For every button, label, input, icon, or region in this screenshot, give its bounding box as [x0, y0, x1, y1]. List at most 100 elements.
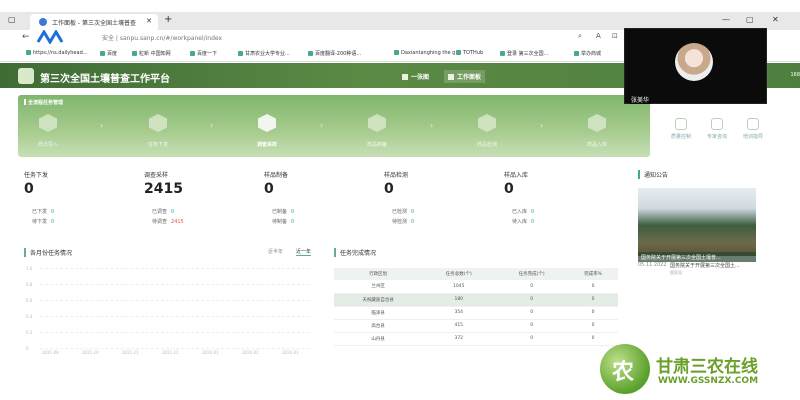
- panel-icon: [448, 74, 454, 80]
- news-image[interactable]: 国务院关于开展第三次全国土壤普...: [638, 188, 756, 262]
- maximize-icon[interactable]: ▢: [746, 15, 754, 24]
- close-window-icon[interactable]: ✕: [772, 15, 779, 24]
- stat-storage: 样品入库 0: [504, 172, 529, 197]
- table-header-row: 行政区划 任务总数(个) 任务完成(个) 完成率%: [334, 268, 618, 280]
- quality-control-button[interactable]: 质量控制: [666, 118, 696, 140]
- tab-favicon: [39, 18, 47, 26]
- y-tick: 1.0: [26, 266, 33, 271]
- participant-name: 张美华: [629, 95, 652, 104]
- zoom-icon[interactable]: A: [596, 32, 601, 40]
- column-header: 任务总数(个): [422, 268, 496, 280]
- video-overlay[interactable]: 张美华: [624, 28, 767, 104]
- news-source: 国家局: [670, 270, 682, 275]
- table-row[interactable]: 临泽县 354 0 0: [334, 306, 618, 320]
- browser-tab[interactable]: 工作面板 - 第三次全国土壤普查 ✕: [30, 14, 158, 30]
- reader-icon[interactable]: ⊡: [612, 32, 618, 40]
- table-row[interactable]: 兰州区 1045 0 0: [334, 280, 618, 294]
- news-title: 通知公告: [638, 170, 768, 179]
- nav-map[interactable]: 一张图: [402, 72, 429, 81]
- gridline: [40, 268, 310, 269]
- monthly-title: 各月份任务情况: [24, 248, 72, 257]
- stat-sub: 待制备 0: [272, 219, 295, 225]
- x-tick: 2022-01: [202, 350, 219, 355]
- bookmark-item[interactable]: 甘肃农业大学专业...: [238, 50, 290, 57]
- bookmark-item[interactable]: 百度一下: [190, 50, 217, 57]
- bookmark-item[interactable]: Daxiantanghing the g...: [394, 50, 460, 56]
- shield-icon: [675, 118, 687, 130]
- header-right-text: 168: [790, 72, 800, 78]
- expert-button[interactable]: 专家咨询: [702, 118, 732, 140]
- stat-sampling: 调查采样 2415: [144, 172, 183, 197]
- column-header: 完成率%: [568, 268, 618, 280]
- gridline: [40, 316, 310, 317]
- expert-icon: [711, 118, 723, 130]
- gridline: [40, 348, 310, 349]
- stat-sub: 已制备 0: [272, 209, 295, 215]
- address-text[interactable]: 安全 | sanpu.sanp.cn/#/workpanel/index: [102, 33, 222, 42]
- stat-sub: 已调查 0: [152, 209, 175, 215]
- stat-test: 样品检测 0: [384, 172, 409, 197]
- y-tick: 0: [26, 346, 29, 351]
- news-panel: 通知公告 国务院关于开展第三次全国土壤普... 05.11 2022 国务院关于…: [638, 170, 768, 275]
- search-icon[interactable]: ⌕: [578, 32, 582, 41]
- news-caption: 国务院关于开展第三次全国土壤普...: [638, 252, 756, 262]
- table-row[interactable]: 高台县 415 0 0: [334, 319, 618, 333]
- watermark-brand: 甘肃三农在线: [656, 357, 758, 377]
- bookmark-item[interactable]: https://ns.dailyhead...: [26, 50, 88, 56]
- bookmark-item[interactable]: 百度: [100, 50, 117, 57]
- watermark-char: 农: [612, 360, 635, 385]
- monthly-chart: 1.0 0.8 0.6 0.4 0.2 0 2021-09 2021-10 20…: [22, 258, 312, 358]
- close-tab-icon[interactable]: ✕: [146, 17, 152, 25]
- site-title: 第三次全国土壤普查工作平台: [40, 74, 170, 85]
- nav-workpanel[interactable]: 工作面板: [444, 70, 486, 83]
- y-tick: 0.4: [26, 314, 33, 319]
- minimize-icon[interactable]: —: [722, 15, 730, 24]
- stat-sub: 待入库 0: [512, 219, 535, 225]
- step-icon: [39, 114, 57, 132]
- bookmark-item[interactable]: 粒新 中国知网: [132, 50, 171, 57]
- stat-sub: 待调查 2415: [152, 219, 184, 225]
- stat-sub: 已检测 0: [392, 209, 415, 215]
- new-tab-icon[interactable]: +: [164, 14, 172, 25]
- banner-title: 全流程任务管理: [24, 99, 63, 106]
- stat-sub: 已入库 0: [512, 209, 535, 215]
- bookmark-item[interactable]: 百度翻译-200种语...: [308, 50, 361, 57]
- chevron-right-icon: ›: [210, 121, 214, 130]
- x-tick: 2021-12: [162, 350, 179, 355]
- step-icon: [258, 114, 276, 132]
- back-icon[interactable]: ←: [22, 32, 30, 42]
- bookmark-item[interactable]: TOTHub: [456, 50, 483, 56]
- step-sampling[interactable]: 调查采样: [247, 114, 287, 148]
- bookmark-item[interactable]: 登录 第三次全国...: [500, 50, 548, 57]
- gridline: [40, 284, 310, 285]
- watermark: 农 甘肃三农在线 WWW.GSSNZX.COM: [600, 344, 800, 400]
- step-prep[interactable]: 样品制备: [357, 114, 397, 148]
- site-logo-icon: [18, 68, 34, 84]
- step-storage[interactable]: 样品入库: [577, 114, 617, 148]
- toggle-half-year[interactable]: 近半年: [268, 248, 283, 255]
- x-tick: 2022-03: [282, 350, 299, 355]
- completion-title: 任务完成情况: [334, 248, 376, 257]
- watermark-url: WWW.GSSNZX.COM: [658, 376, 759, 386]
- step-dispatch[interactable]: 任务下发: [138, 114, 178, 148]
- x-tick: 2021-09: [42, 350, 59, 355]
- news-headline[interactable]: 国务院关于开展第三次全国土...: [670, 262, 740, 269]
- column-header: 任务完成(个): [495, 268, 569, 280]
- y-tick: 0.8: [26, 282, 33, 287]
- workflow-banner: 全流程任务管理 样点导入 › 任务下发 › 调查采样 › 样品制备 › 样品检测…: [18, 95, 650, 157]
- window-menu-icon[interactable]: ▢: [8, 15, 16, 24]
- toggle-one-year[interactable]: 近一年: [296, 248, 312, 256]
- completion-table: 行政区划 任务总数(个) 任务完成(个) 完成率% 兰州区 1045 0 0 天祝藏族…: [334, 268, 618, 346]
- step-import[interactable]: 样点导入: [28, 114, 68, 148]
- training-button[interactable]: 培训指导: [738, 118, 768, 140]
- table-row[interactable]: 山丹县 372 0 0: [334, 332, 618, 346]
- table-row[interactable]: 天祝藏族自治县 180 0 0: [334, 293, 618, 307]
- avatar: [675, 43, 713, 81]
- training-icon: [747, 118, 759, 130]
- step-test[interactable]: 样品检测: [467, 114, 507, 148]
- step-icon: [588, 114, 606, 132]
- chevron-right-icon: ›: [540, 121, 544, 130]
- news-date: 05.11 2022: [638, 262, 667, 268]
- bookmark-item[interactable]: 举办商城: [574, 50, 601, 57]
- column-header: 行政区划: [334, 268, 423, 280]
